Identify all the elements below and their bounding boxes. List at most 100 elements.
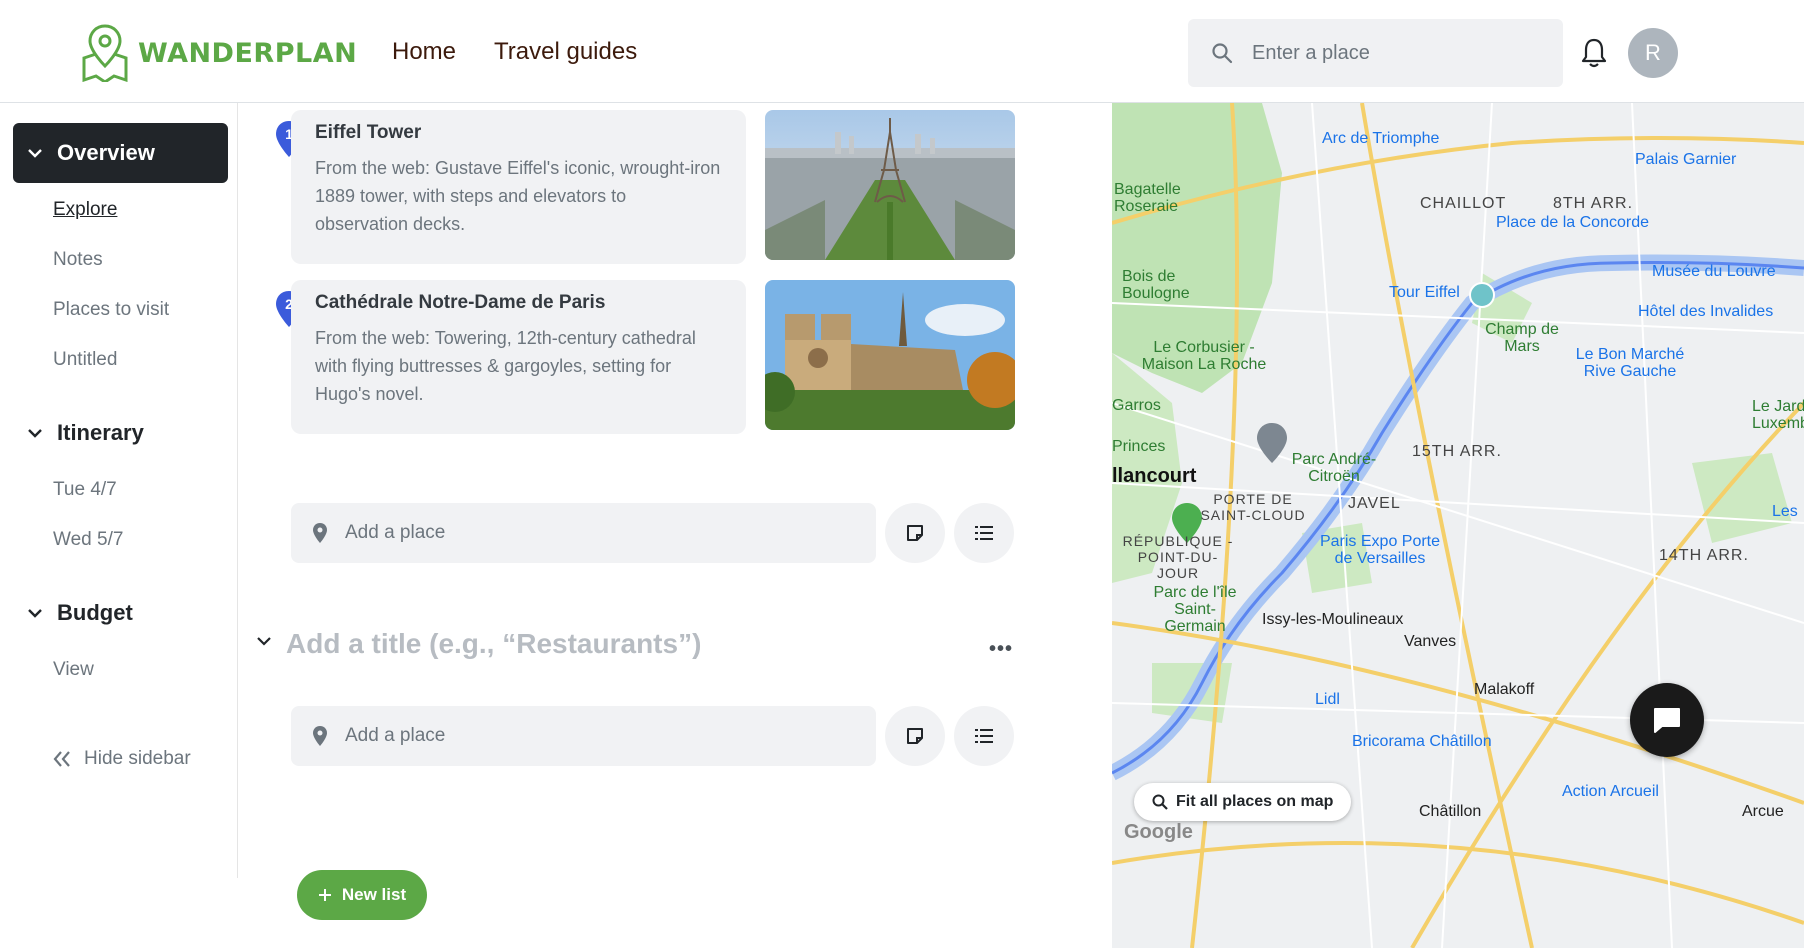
more-options-button[interactable]: •••	[989, 638, 1013, 661]
chevron-down-icon	[28, 149, 42, 158]
location-pin-icon	[313, 726, 327, 746]
map-label: CHAILLOT	[1420, 195, 1507, 212]
map-label: Arc de Triomphe	[1322, 130, 1440, 147]
place-search[interactable]	[1188, 19, 1563, 87]
map-label: Les	[1772, 503, 1798, 520]
map-label: 14TH ARR.	[1659, 547, 1749, 564]
plus-icon	[318, 889, 331, 901]
place-photo-notre-dame[interactable]	[765, 280, 1015, 430]
place-description: From the web: Gustave Eiffel's iconic, w…	[315, 158, 721, 234]
chevron-down-icon	[28, 429, 42, 438]
map-label: Issy-les-Moulineaux	[1262, 611, 1404, 628]
search-icon	[1212, 43, 1233, 64]
note-icon	[907, 525, 923, 541]
map-label: Musée du Louvre	[1652, 263, 1776, 280]
map-label: Arcue	[1742, 803, 1784, 820]
chevron-down-icon[interactable]	[256, 633, 272, 649]
map-label: Parc André-Citroën	[1291, 451, 1377, 485]
map-label: RÉPUBLIQUE - POINT-DU-JOUR	[1122, 533, 1234, 581]
fit-label: Fit all places on map	[1176, 793, 1334, 810]
map-label: 8TH ARR.	[1553, 195, 1634, 212]
sidebar-item-places-to-visit[interactable]: Places to visit	[53, 299, 169, 321]
chevron-down-icon	[28, 609, 42, 618]
map-pin-logo-icon	[82, 24, 128, 82]
brand-logo[interactable]: WANDERPLAN	[80, 24, 357, 82]
map-label: Châtillon	[1419, 803, 1482, 820]
top-header: WANDERPLAN Home Travel guides R	[0, 0, 1804, 103]
add-place-label: Add a place	[345, 522, 446, 543]
sidebar-section-budget[interactable]: Budget	[13, 583, 228, 643]
add-place-input[interactable]: Add a place	[291, 706, 876, 766]
sidebar: Overview Explore Notes Places to visit U…	[0, 103, 238, 878]
map-label: Princes	[1112, 438, 1166, 455]
map-label: 15TH ARR.	[1412, 443, 1502, 460]
place-name: Cathédrale Notre-Dame de Paris	[315, 292, 606, 313]
place-description: From the web: Towering, 12th-century cat…	[315, 328, 696, 404]
map-label: Garros	[1112, 397, 1161, 414]
place-card[interactable]: Eiffel Tower From the web: Gustave Eiffe…	[291, 110, 746, 264]
sidebar-item-day-1[interactable]: Tue 4/7	[53, 479, 117, 501]
map-label: Le Corbusier - Maison La Roche	[1141, 339, 1267, 373]
map-label: Le Bon Marché Rive Gauche	[1575, 346, 1685, 380]
new-list-label: New list	[341, 885, 407, 904]
map-canvas	[1112, 103, 1804, 948]
nav-home[interactable]: Home	[392, 38, 456, 66]
add-note-button[interactable]	[885, 706, 945, 766]
map-label: Bois de Boulogne	[1122, 268, 1190, 302]
map-label: Vanves	[1404, 633, 1457, 650]
map-label: Lidl	[1315, 691, 1340, 708]
section-label: Overview	[57, 140, 155, 165]
map-label: Action Arcueil	[1562, 783, 1659, 800]
add-note-button[interactable]	[885, 503, 945, 563]
map-label: JAVEL	[1348, 495, 1401, 512]
search-input[interactable]	[1252, 41, 1532, 65]
map-label: Malakoff	[1474, 681, 1535, 698]
google-logo: Google	[1124, 821, 1193, 843]
chat-button[interactable]	[1630, 683, 1704, 757]
map-label: Hôtel des Invalides	[1638, 303, 1774, 320]
map-label: llancourt	[1112, 465, 1197, 487]
nav-travel-guides[interactable]: Travel guides	[494, 38, 637, 66]
notre-dame-image	[765, 280, 1015, 430]
place-card[interactable]: Cathédrale Notre-Dame de Paris From the …	[291, 280, 746, 434]
sidebar-section-overview[interactable]: Overview	[13, 123, 228, 183]
map-label: Paris Expo Porte de Versailles	[1319, 533, 1441, 567]
sidebar-item-budget-view[interactable]: View	[53, 659, 94, 681]
new-list-button[interactable]: New list	[297, 870, 427, 920]
chat-bubble-icon	[1654, 708, 1680, 733]
sidebar-item-day-2[interactable]: Wed 5/7	[53, 529, 123, 551]
sidebar-section-itinerary[interactable]: Itinerary	[13, 403, 228, 463]
add-checklist-button[interactable]	[954, 503, 1014, 563]
places-list-panel: 1 Eiffel Tower From the web: Gustave Eif…	[239, 103, 1112, 948]
place-photo-eiffel[interactable]	[765, 110, 1015, 260]
hide-sidebar-button[interactable]: Hide sidebar	[52, 748, 191, 770]
list-icon	[975, 526, 993, 540]
brand-name: WANDERPLAN	[138, 37, 358, 69]
place-name: Eiffel Tower	[315, 122, 422, 143]
add-checklist-button[interactable]	[954, 706, 1014, 766]
map-label: Parc de l'île Saint-Germain	[1153, 584, 1237, 635]
map-label: Bagatelle Roseraie	[1114, 181, 1181, 215]
bell-icon[interactable]	[1580, 36, 1608, 70]
section-label: Budget	[57, 600, 133, 625]
double-chevron-left-icon	[53, 751, 70, 767]
section-label: Itinerary	[57, 420, 144, 445]
list-title-input[interactable]: Add a title (e.g., “Restaurants”)	[286, 628, 701, 660]
map-label: Place de la Concorde	[1496, 214, 1649, 231]
map-label: Le Jard Luxemb	[1752, 398, 1804, 432]
user-avatar[interactable]: R	[1628, 28, 1678, 78]
note-icon	[907, 728, 923, 744]
list-icon	[975, 729, 993, 743]
fit-all-places-button[interactable]: Fit all places on map	[1134, 783, 1352, 821]
sidebar-item-explore[interactable]: Explore	[53, 199, 117, 221]
add-place-input[interactable]: Add a place	[291, 503, 876, 563]
add-place-label: Add a place	[345, 725, 446, 746]
eiffel-tower-image	[765, 110, 1015, 260]
map-label: Tour Eiffel	[1389, 284, 1460, 301]
zoom-icon	[1152, 794, 1168, 810]
map-label: Champ de Mars	[1485, 321, 1559, 355]
map-view[interactable]: Arc de Triomphe Palais Garnier CHAILLOT …	[1112, 103, 1804, 948]
sidebar-item-notes[interactable]: Notes	[53, 249, 103, 271]
location-pin-icon	[313, 523, 327, 543]
sidebar-item-untitled[interactable]: Untitled	[53, 349, 117, 371]
